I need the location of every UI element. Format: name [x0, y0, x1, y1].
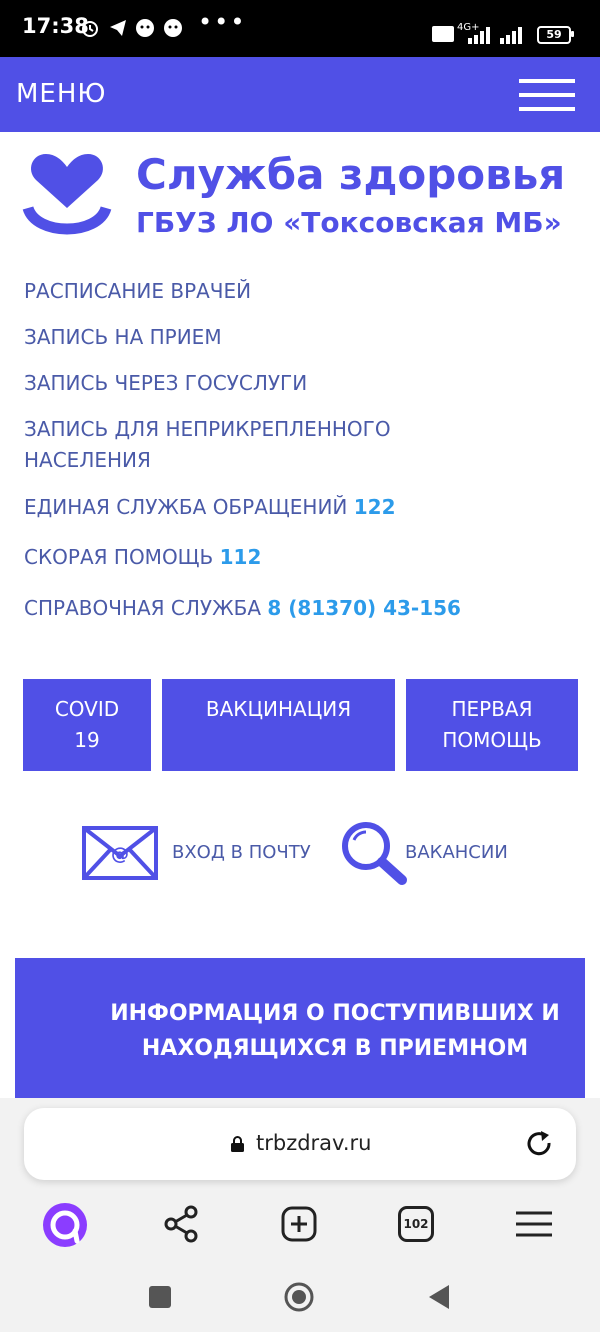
signal-icon-2	[500, 27, 522, 44]
info-banner[interactable]: ИНФОРМАЦИЯ О ПОСТУПИВШИХ И НАХОДЯЩИХСЯ В…	[15, 958, 585, 1108]
mail-login-link[interactable]: ВХОД В ПОЧТУ	[172, 842, 311, 863]
url-text[interactable]: trbzdrav.ru	[256, 1131, 371, 1155]
menu-button[interactable]: МЕНЮ	[16, 79, 106, 109]
home-icon[interactable]	[283, 1281, 315, 1313]
brand-title[interactable]: Служба здоровья	[136, 150, 565, 199]
appeals-number[interactable]: 122	[354, 495, 396, 519]
tabs-count-button[interactable]: 102	[398, 1206, 434, 1242]
svg-text:@: @	[111, 844, 129, 865]
search-magnifier-icon[interactable]	[340, 820, 408, 886]
share-icon[interactable]	[162, 1205, 200, 1243]
status-time: 17:38	[22, 14, 89, 38]
nav-link-appointment[interactable]: ЗАПИСЬ НА ПРИЕМ	[24, 322, 584, 353]
nav-link-unattached-population[interactable]: ЗАПИСЬ ДЛЯ НЕПРИКРЕПЛЕННОГО НАСЕЛЕНИЯ	[24, 414, 464, 476]
vacancies-link[interactable]: ВАКАНСИИ	[405, 842, 508, 863]
alice-assistant-icon[interactable]	[41, 1201, 89, 1249]
reload-icon[interactable]	[526, 1130, 554, 1158]
alarm-icon	[82, 21, 98, 37]
status-bar: 17:38 ••• 4G+ 59	[0, 0, 600, 57]
covid-button[interactable]: COVID 19	[23, 679, 151, 771]
nav-link-gosuslugi[interactable]: ЗАПИСЬ ЧЕРЕЗ ГОСУСЛУГИ	[24, 368, 584, 399]
nav-link-help-desk[interactable]: СПРАВОЧНАЯ СЛУЖБА 8 (81370) 43-156	[24, 593, 584, 624]
telegram-icon	[110, 20, 126, 36]
site-header: МЕНЮ	[0, 57, 600, 132]
nav-link-doctor-schedule[interactable]: РАСПИСАНИЕ ВРАЧЕЙ	[24, 276, 584, 307]
browser-menu-icon[interactable]	[515, 1210, 553, 1238]
back-icon[interactable]	[427, 1284, 451, 1310]
nav-link-appeals-service[interactable]: ЕДИНАЯ СЛУЖБА ОБРАЩЕНИЙ 122	[24, 492, 584, 523]
vaccination-button[interactable]: ВАКЦИНАЦИЯ	[162, 679, 395, 771]
help-desk-number[interactable]: 8 (81370) 43-156	[267, 596, 461, 620]
messenger-icon-2	[164, 19, 182, 37]
signal-icon	[468, 27, 490, 44]
recent-apps-icon[interactable]	[148, 1285, 172, 1309]
lock-icon	[231, 1136, 244, 1152]
messenger-icon	[136, 19, 154, 37]
battery-icon: 59	[537, 26, 571, 44]
ambulance-number[interactable]: 112	[220, 545, 262, 569]
mail-icon[interactable]: @	[82, 826, 158, 880]
battery-tip	[571, 31, 574, 37]
info-banner-text: ИНФОРМАЦИЯ О ПОСТУПИВШИХ И НАХОДЯЩИХСЯ В…	[110, 1001, 560, 1061]
status-more-icon: •••	[198, 8, 247, 36]
first-aid-button[interactable]: ПЕРВАЯ ПОМОЩЬ	[406, 679, 578, 771]
hamburger-icon[interactable]	[519, 79, 575, 111]
nav-link-ambulance[interactable]: СКОРАЯ ПОМОЩЬ 112	[24, 542, 584, 573]
brand-subtitle[interactable]: ГБУЗ ЛО «Токсовская МБ»	[136, 206, 562, 239]
url-bar[interactable]: trbzdrav.ru	[24, 1108, 576, 1180]
volte-icon	[432, 26, 454, 42]
heart-smile-logo-icon[interactable]	[22, 150, 112, 248]
new-tab-icon[interactable]	[281, 1206, 317, 1242]
